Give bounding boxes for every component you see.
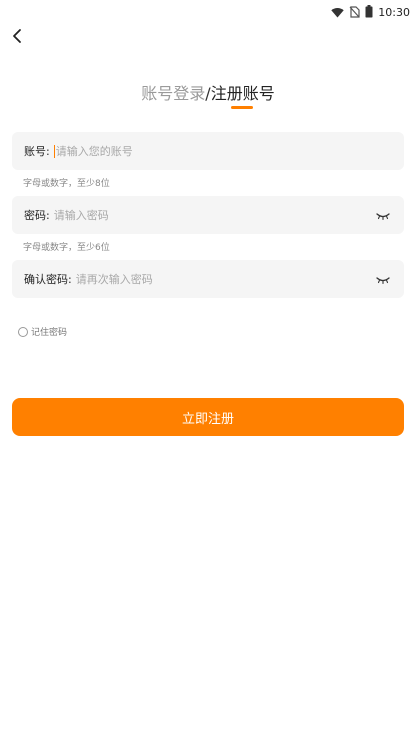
password-input[interactable] bbox=[53, 208, 374, 222]
confirm-password-label: 确认密码: bbox=[24, 273, 72, 286]
tab-login[interactable]: 账号登录 bbox=[141, 84, 205, 103]
status-bar: 10:30 bbox=[0, 0, 416, 20]
password-label: 密码: bbox=[24, 209, 50, 222]
no-sim-icon bbox=[349, 3, 360, 22]
active-tab-indicator bbox=[231, 106, 253, 109]
confirm-password-field[interactable]: 确认密码: bbox=[12, 260, 404, 298]
account-hint: 字母或数字，至少8位 bbox=[23, 179, 110, 189]
register-button[interactable]: 立即注册 bbox=[12, 398, 404, 436]
battery-icon bbox=[365, 3, 373, 22]
eye-closed-icon bbox=[376, 270, 390, 289]
password-visibility-toggle[interactable] bbox=[374, 208, 392, 222]
eye-closed-icon bbox=[376, 206, 390, 225]
remember-password-option[interactable]: 记住密码 bbox=[18, 325, 67, 338]
account-field[interactable]: 账号: bbox=[12, 132, 404, 170]
password-field[interactable]: 密码: bbox=[12, 196, 404, 234]
back-button[interactable] bbox=[6, 27, 28, 49]
confirm-password-visibility-toggle[interactable] bbox=[374, 272, 392, 286]
text-cursor bbox=[53, 144, 55, 158]
confirm-password-input[interactable] bbox=[75, 272, 374, 286]
remember-password-radio[interactable] bbox=[18, 326, 28, 337]
account-input[interactable] bbox=[55, 144, 392, 158]
auth-tabs: 账号登录/注册账号 bbox=[0, 84, 416, 104]
chevron-left-icon bbox=[11, 28, 23, 48]
status-icons: 10:30 bbox=[331, 3, 410, 22]
wifi-icon bbox=[331, 3, 344, 22]
password-hint: 字母或数字，至少6位 bbox=[23, 243, 110, 253]
remember-password-label: 记住密码 bbox=[31, 328, 68, 338]
account-label: 账号: bbox=[24, 145, 50, 158]
tab-register[interactable]: 注册账号 bbox=[211, 84, 275, 103]
status-time: 10:30 bbox=[378, 5, 410, 19]
